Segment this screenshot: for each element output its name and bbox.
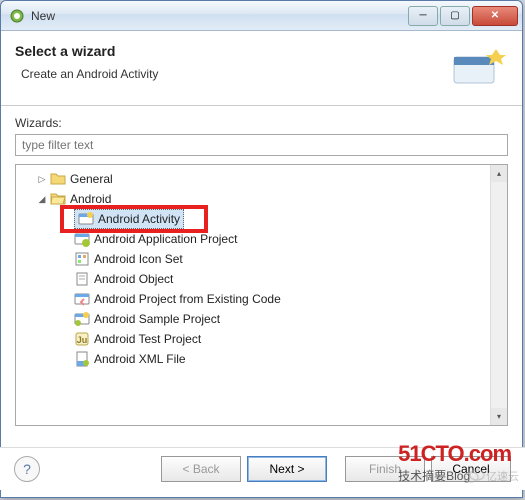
tree-node-test-project[interactable]: Ju Android Test Project xyxy=(18,329,488,349)
tree-label: Android Object xyxy=(94,272,173,286)
tree-label: Android XML File xyxy=(94,352,186,366)
wizard-banner-icon xyxy=(448,43,508,91)
dialog-window: New ─ ▢ ✕ Select a wizard Create an Andr… xyxy=(0,0,523,498)
finish-button[interactable]: Finish xyxy=(345,456,425,482)
activity-icon xyxy=(78,211,94,227)
app-icon xyxy=(9,8,25,24)
tree-label: Android Project from Existing Code xyxy=(94,292,281,306)
wizard-tree[interactable]: ▷ General ◢ Android Android Activity xyxy=(16,165,490,425)
close-button[interactable]: ✕ xyxy=(472,6,518,26)
header-description: Create an Android Activity xyxy=(21,67,448,81)
project-icon xyxy=(74,231,90,247)
sample-project-icon xyxy=(74,311,90,327)
tree-node-android[interactable]: ◢ Android xyxy=(18,189,488,209)
import-project-icon xyxy=(74,291,90,307)
xml-file-icon xyxy=(74,351,90,367)
header-panel: Select a wizard Create an Android Activi… xyxy=(1,31,522,106)
tree-label: Android Application Project xyxy=(94,232,237,246)
icon-set-icon xyxy=(74,251,90,267)
tree-node-xml-file[interactable]: Android XML File xyxy=(18,349,488,369)
tree-label: General xyxy=(70,172,113,186)
object-icon xyxy=(74,271,90,287)
expand-icon[interactable]: ▷ xyxy=(36,173,48,185)
folder-open-icon xyxy=(50,191,66,207)
titlebar[interactable]: New ─ ▢ ✕ xyxy=(1,1,522,31)
vertical-scrollbar[interactable]: ▴ ▾ xyxy=(490,165,507,425)
tree-label: Android Icon Set xyxy=(94,252,183,266)
tree-node-android-object[interactable]: Android Object xyxy=(18,269,488,289)
wizards-label: Wizards: xyxy=(15,116,508,130)
cancel-button[interactable]: Cancel xyxy=(431,456,511,482)
folder-icon xyxy=(50,171,66,187)
tree-label: Android Test Project xyxy=(94,332,201,346)
tree-node-sample-project[interactable]: Android Sample Project xyxy=(18,309,488,329)
tree-node-android-app-project[interactable]: Android Application Project xyxy=(18,229,488,249)
tree-node-android-activity[interactable]: Android Activity xyxy=(18,209,488,229)
svg-text:Ju: Ju xyxy=(77,335,88,345)
tree-label: Android Sample Project xyxy=(94,312,220,326)
test-project-icon: Ju xyxy=(74,331,90,347)
scroll-up-icon[interactable]: ▴ xyxy=(491,165,507,182)
wizard-tree-container: ▷ General ◢ Android Android Activity xyxy=(15,164,508,426)
content-area: Wizards: ▷ General ◢ Android xyxy=(1,106,522,432)
tree-label: Android Activity xyxy=(98,212,180,226)
filter-input[interactable] xyxy=(15,134,508,156)
tree-node-general[interactable]: ▷ General xyxy=(18,169,488,189)
scroll-down-icon[interactable]: ▾ xyxy=(491,408,507,425)
minimize-button[interactable]: ─ xyxy=(408,6,438,26)
back-button[interactable]: < Back xyxy=(161,456,241,482)
next-button[interactable]: Next > xyxy=(247,456,327,482)
help-button[interactable]: ? xyxy=(14,456,40,482)
maximize-button[interactable]: ▢ xyxy=(440,6,470,26)
button-bar: ? < Back Next > Finish Cancel xyxy=(0,447,525,490)
header-title: Select a wizard xyxy=(15,43,448,59)
window-title: New xyxy=(31,9,406,23)
tree-node-android-icon-set[interactable]: Android Icon Set xyxy=(18,249,488,269)
tree-label: Android xyxy=(70,192,111,206)
collapse-icon[interactable]: ◢ xyxy=(36,193,48,205)
tree-node-existing-code[interactable]: Android Project from Existing Code xyxy=(18,289,488,309)
